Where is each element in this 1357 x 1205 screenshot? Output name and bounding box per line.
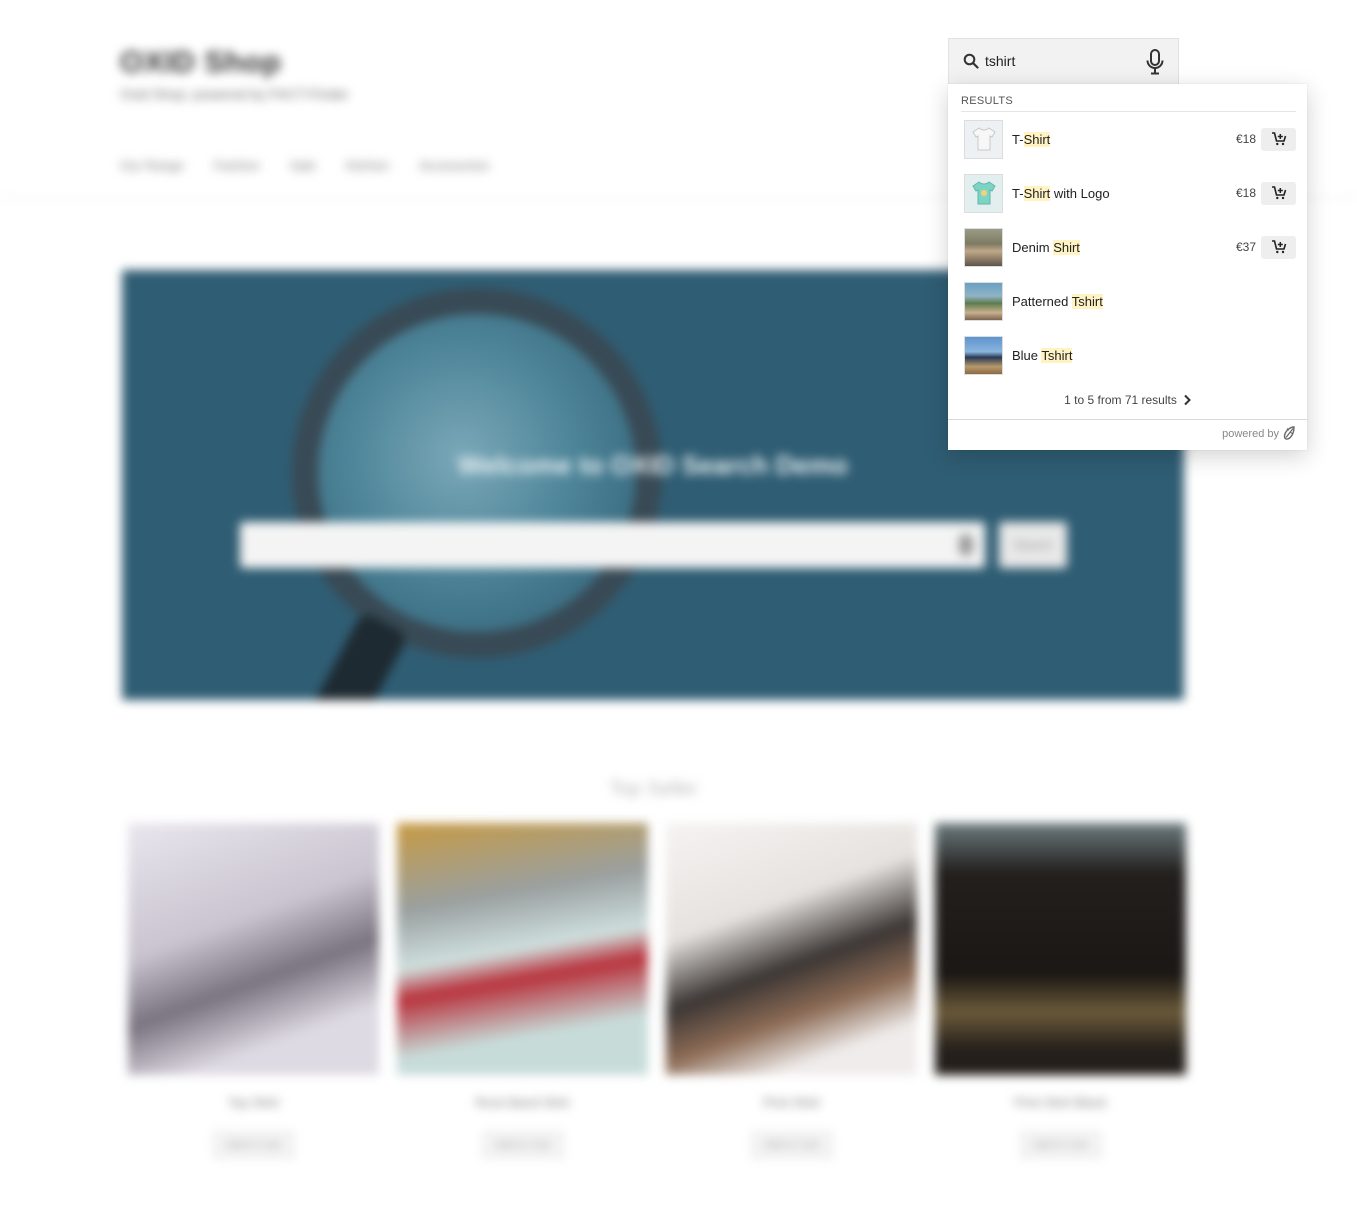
product-thumbnail[interactable] [964,173,1003,213]
search-icon [963,53,979,74]
powered-by-label: powered by [1222,428,1279,440]
product-image[interactable] [935,823,1186,1075]
hero-title: Welcome to OXID Search Demo [458,450,848,480]
add-to-cart-button[interactable] [1261,181,1296,205]
add-to-cart-button[interactable]: Add to Cart [1020,1132,1101,1158]
pagination-text[interactable]: 1 to 5 from 71 results [1064,393,1177,407]
product-image[interactable] [666,823,917,1075]
add-to-cart-button[interactable]: Add to Cart [751,1132,832,1158]
cart-plus-icon [1271,186,1286,200]
product-thumbnail[interactable] [964,119,1003,159]
results-heading: RESULTS [961,95,1014,107]
result-title[interactable]: T-Shirt with Logo [1012,185,1236,201]
add-to-cart-button[interactable] [1261,235,1296,259]
product-name[interactable]: Top Shirt [128,1095,379,1110]
highlight: Tshirt [1071,293,1103,309]
microphone-icon[interactable] [959,534,973,556]
show-all-results-link[interactable]: 1 to 5 from 71 results [948,393,1307,407]
section-title: Top Seller [609,778,698,800]
highlight: Shirt [1023,185,1051,201]
nav-item[interactable]: Our Range [120,156,184,175]
result-price: €37 [1235,240,1256,254]
result-title[interactable]: Blue Tshirt [1012,347,1296,363]
search-input[interactable]: tshirt [985,53,1015,69]
product-name[interactable]: Print Shirt [666,1095,917,1110]
product-card[interactable]: Top Shirt Add to Cart [128,823,379,1158]
shop-tagline: Oxid Shop: powered by FACT-Finder [120,86,349,102]
nav-item[interactable]: Kitchen [346,156,389,175]
nav-item[interactable]: Fashion [214,156,260,175]
highlight: Tshirt [1041,347,1073,363]
product-thumbnail[interactable] [964,281,1003,321]
search-box[interactable]: tshirt [948,38,1179,84]
cart-plus-icon [1271,132,1286,146]
add-to-cart-button[interactable]: Add to Cart [482,1132,563,1158]
main-nav: Our Range Fashion Sale Kitchen Accessori… [120,156,489,175]
product-image[interactable] [128,823,379,1075]
highlight: Shirt [1023,131,1051,147]
product-name[interactable]: Rock Band Shirt [397,1095,648,1110]
suggest-result-item[interactable]: T-Shirt with Logo €18 [961,166,1296,220]
suggest-result-item[interactable]: Blue Tshirt [961,328,1296,382]
result-title[interactable]: Denim Shirt [1012,239,1236,255]
tshirt-icon [971,127,996,151]
search-suggest-dropdown: RESULTS T-Shirt €18 T-Shirt with Logo €1… [948,84,1307,450]
tshirt-icon [971,181,996,205]
suggest-result-item[interactable]: T-Shirt €18 [961,112,1296,166]
suggest-result-item[interactable]: Patterned Tshirt [961,274,1296,328]
product-card[interactable]: Print Shirt Black Add to Cart [935,823,1186,1158]
divider [948,419,1307,420]
product-thumbnail[interactable] [964,227,1003,267]
hero-search-button[interactable]: Search [999,522,1067,568]
chevron-right-icon [1184,394,1191,406]
hero-search-input[interactable] [240,522,985,568]
product-card[interactable]: Print Shirt Add to Cart [666,823,917,1158]
product-image[interactable] [397,823,648,1075]
nav-item[interactable]: Accessories [419,156,489,175]
product-thumbnail[interactable] [964,335,1003,375]
result-title[interactable]: T-Shirt [1012,131,1236,147]
result-price: €18 [1235,186,1256,200]
result-title[interactable]: Patterned Tshirt [1012,293,1296,309]
nav-item[interactable]: Sale [290,156,316,175]
cart-plus-icon [1271,240,1286,254]
suggest-result-item[interactable]: Denim Shirt €37 [961,220,1296,274]
product-name[interactable]: Print Shirt Black [935,1095,1186,1110]
result-price: €18 [1235,132,1256,146]
add-to-cart-button[interactable]: Add to Cart [213,1132,294,1158]
add-to-cart-button[interactable] [1261,127,1296,151]
microphone-icon[interactable] [1144,48,1166,81]
shop-title: OXID Shop [120,46,282,79]
brand-logo-icon[interactable] [1281,425,1297,446]
highlight: Shirt [1053,239,1080,255]
product-card[interactable]: Rock Band Shirt Add to Cart [397,823,648,1158]
product-grid: Top Shirt Add to Cart Rock Band Shirt Ad… [128,823,1186,1158]
